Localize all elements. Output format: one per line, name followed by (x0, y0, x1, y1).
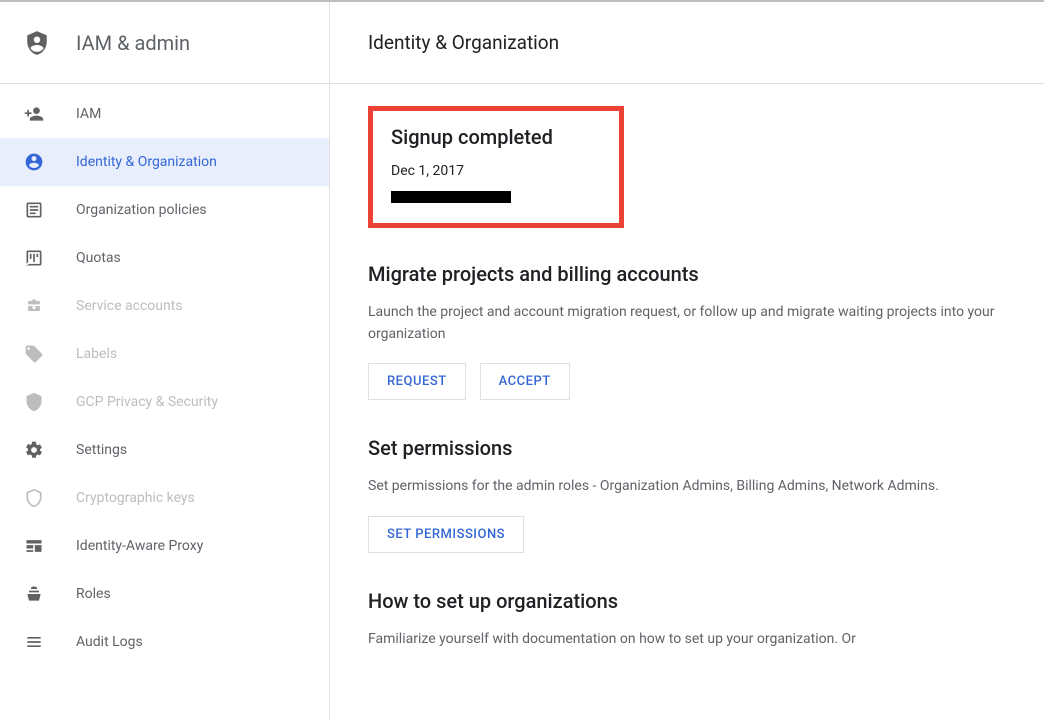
page-title: Identity & Organization (368, 31, 559, 54)
request-button[interactable]: REQUEST (368, 363, 466, 400)
iam-admin-shield-icon (24, 28, 50, 58)
sidebar-item-label: Audit Logs (76, 634, 143, 650)
sidebar-item-label: Settings (76, 442, 127, 458)
sidebar-item-label: Roles (76, 586, 111, 602)
section-body: Set permissions for the admin roles - Or… (368, 476, 1006, 498)
sidebar-item-label: Cryptographic keys (76, 490, 195, 506)
sidebar-item-identity-organization[interactable]: Identity & Organization (0, 138, 329, 186)
main-header: Identity & Organization (330, 2, 1044, 84)
proxy-icon (24, 536, 44, 556)
section-howto: How to set up organizations Familiarize … (368, 589, 1006, 651)
sidebar-item-label: Labels (76, 346, 117, 362)
sidebar-item-label: Identity & Organization (76, 154, 217, 170)
sidebar-header: IAM & admin (0, 2, 329, 84)
sidebar: IAM & admin IAM Identity & Organization … (0, 2, 330, 720)
section-heading: How to set up organizations (368, 589, 1006, 613)
tag-icon (24, 344, 44, 364)
section-body: Launch the project and account migration… (368, 302, 1006, 345)
sidebar-title: IAM & admin (76, 31, 190, 55)
section-heading: Migrate projects and billing accounts (368, 262, 1006, 286)
person-circle-icon (24, 152, 44, 172)
sidebar-nav: IAM Identity & Organization Organization… (0, 84, 329, 666)
sidebar-item-audit-logs[interactable]: Audit Logs (0, 618, 329, 666)
accept-button[interactable]: ACCEPT (480, 363, 570, 400)
redacted-identity (391, 191, 511, 203)
section-migrate: Migrate projects and billing accounts La… (368, 262, 1006, 400)
signup-completed-box: Signup completed Dec 1, 2017 (368, 106, 624, 228)
list-icon (24, 632, 44, 652)
sidebar-item-settings[interactable]: Settings (0, 426, 329, 474)
shield-outline-icon (24, 488, 44, 508)
section-permissions: Set permissions Set permissions for the … (368, 436, 1006, 553)
quotas-icon (24, 248, 44, 268)
sidebar-item-label: Quotas (76, 250, 121, 266)
gear-icon (24, 440, 44, 460)
sidebar-item-label: Organization policies (76, 202, 207, 218)
set-permissions-button[interactable]: SET PERMISSIONS (368, 516, 524, 553)
main-content: Signup completed Dec 1, 2017 Migrate pro… (330, 84, 1044, 711)
sidebar-item-identity-aware-proxy[interactable]: Identity-Aware Proxy (0, 522, 329, 570)
sidebar-item-iam[interactable]: IAM (0, 90, 329, 138)
service-accounts-icon (24, 296, 44, 316)
document-icon (24, 200, 44, 220)
sidebar-item-roles[interactable]: Roles (0, 570, 329, 618)
signup-completed-date: Dec 1, 2017 (391, 163, 601, 179)
permissions-button-row: SET PERMISSIONS (368, 516, 1006, 553)
section-heading: Set permissions (368, 436, 1006, 460)
sidebar-item-gcp-privacy-security[interactable]: GCP Privacy & Security (0, 378, 329, 426)
sidebar-item-label: GCP Privacy & Security (76, 394, 218, 410)
sidebar-item-label: IAM (76, 106, 101, 122)
add-person-icon (24, 104, 44, 124)
sidebar-item-service-accounts[interactable]: Service accounts (0, 282, 329, 330)
sidebar-item-label: Service accounts (76, 298, 183, 314)
signup-completed-title: Signup completed (391, 125, 601, 149)
sidebar-item-cryptographic-keys[interactable]: Cryptographic keys (0, 474, 329, 522)
sidebar-item-quotas[interactable]: Quotas (0, 234, 329, 282)
roles-icon (24, 584, 44, 604)
main-panel: Identity & Organization Signup completed… (330, 2, 1044, 720)
shield-icon (24, 392, 44, 412)
sidebar-item-label: Identity-Aware Proxy (76, 538, 203, 554)
sidebar-item-labels[interactable]: Labels (0, 330, 329, 378)
sidebar-item-organization-policies[interactable]: Organization policies (0, 186, 329, 234)
section-body: Familiarize yourself with documentation … (368, 629, 1006, 651)
migrate-button-row: REQUEST ACCEPT (368, 363, 1006, 400)
